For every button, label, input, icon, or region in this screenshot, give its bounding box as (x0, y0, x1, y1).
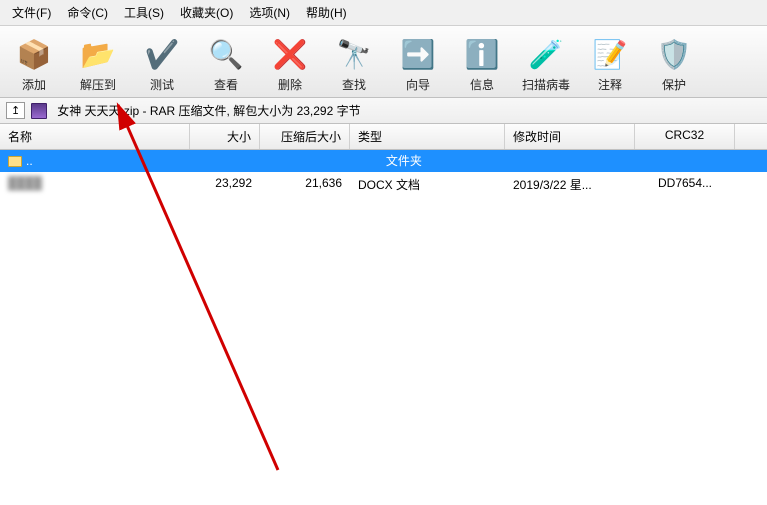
test-icon: ✔️ (142, 34, 182, 74)
find-icon: 🔭 (334, 34, 374, 74)
menu-favorites[interactable]: 收藏夹(O) (172, 2, 241, 23)
table-row[interactable]: ████23,29221,636DOCX 文档2019/3/22 星...DD7… (0, 172, 767, 197)
menu-file[interactable]: 文件(F) (4, 2, 59, 23)
archive-icon (31, 103, 47, 119)
extract-label: 解压到 (80, 76, 116, 93)
extract-icon: 📂 (78, 34, 118, 74)
column-name[interactable]: 名称 (0, 124, 190, 149)
test-label: 测试 (150, 76, 174, 93)
menu-command[interactable]: 命令(C) (59, 2, 116, 23)
info-button[interactable]: ℹ️ 信息 (450, 32, 514, 95)
wizard-label: 向导 (406, 76, 430, 93)
column-header-row: 名称 大小 压缩后大小 类型 修改时间 CRC32 (0, 124, 767, 150)
test-button[interactable]: ✔️ 测试 (130, 32, 194, 95)
cell-crc: DD7654... (635, 174, 735, 195)
scan-icon: 🧪 (526, 34, 566, 74)
add-button[interactable]: 📦 添加 (2, 32, 66, 95)
column-crc[interactable]: CRC32 (635, 124, 735, 149)
delete-label: 删除 (278, 76, 302, 93)
menu-options[interactable]: 选项(N) (241, 2, 298, 23)
cell-modified: 2019/3/22 星... (505, 174, 635, 195)
column-size[interactable]: 大小 (190, 124, 260, 149)
column-packed[interactable]: 压缩后大小 (260, 124, 350, 149)
info-icon: ℹ️ (462, 34, 502, 74)
cell-name: .. (0, 152, 41, 170)
column-modified[interactable]: 修改时间 (505, 124, 635, 149)
toolbar: 📦 添加 📂 解压到 ✔️ 测试 🔍 查看 ❌ 删除 🔭 查找 ➡️ 向导 ℹ️… (0, 26, 767, 98)
menu-tools[interactable]: 工具(S) (116, 2, 172, 23)
extract-button[interactable]: 📂 解压到 (66, 32, 130, 95)
column-type[interactable]: 类型 (350, 124, 505, 149)
up-button[interactable]: ↥ (6, 102, 25, 119)
comment-icon: 📝 (590, 34, 630, 74)
add-label: 添加 (22, 76, 46, 93)
menubar: 文件(F) 命令(C) 工具(S) 收藏夹(O) 选项(N) 帮助(H) (0, 0, 767, 26)
cell-packed: 21,636 (260, 174, 350, 195)
delete-button[interactable]: ❌ 删除 (258, 32, 322, 95)
protect-label: 保护 (662, 76, 686, 93)
view-label: 查看 (214, 76, 238, 93)
delete-icon: ❌ (270, 34, 310, 74)
info-label: 信息 (470, 76, 494, 93)
view-button[interactable]: 🔍 查看 (194, 32, 258, 95)
folder-icon (8, 156, 22, 167)
cell-size: 23,292 (190, 174, 260, 195)
add-icon: 📦 (14, 34, 54, 74)
comment-label: 注释 (598, 76, 622, 93)
menu-help[interactable]: 帮助(H) (298, 2, 355, 23)
find-label: 查找 (342, 76, 366, 93)
comment-button[interactable]: 📝 注释 (578, 32, 642, 95)
find-button[interactable]: 🔭 查找 (322, 32, 386, 95)
protect-button[interactable]: 🛡️ 保护 (642, 32, 706, 95)
cell-name: ████ (0, 174, 190, 195)
scan-button[interactable]: 🧪 扫描病毒 (514, 32, 578, 95)
cell-type: DOCX 文档 (350, 174, 505, 195)
view-icon: 🔍 (206, 34, 246, 74)
pathbar: ↥ 女神 天天天.zip - RAR 压缩文件, 解包大小为 23,292 字节 (0, 98, 767, 124)
protect-icon: 🛡️ (654, 34, 694, 74)
archive-path-text: 女神 天天天.zip - RAR 压缩文件, 解包大小为 23,292 字节 (57, 102, 360, 119)
wizard-button[interactable]: ➡️ 向导 (386, 32, 450, 95)
file-list: 名称 大小 压缩后大小 类型 修改时间 CRC32 ..文件夹████23,29… (0, 124, 767, 197)
cell-type: 文件夹 (41, 152, 767, 170)
wizard-icon: ➡️ (398, 34, 438, 74)
scan-label: 扫描病毒 (522, 76, 570, 93)
table-row[interactable]: ..文件夹 (0, 150, 767, 172)
